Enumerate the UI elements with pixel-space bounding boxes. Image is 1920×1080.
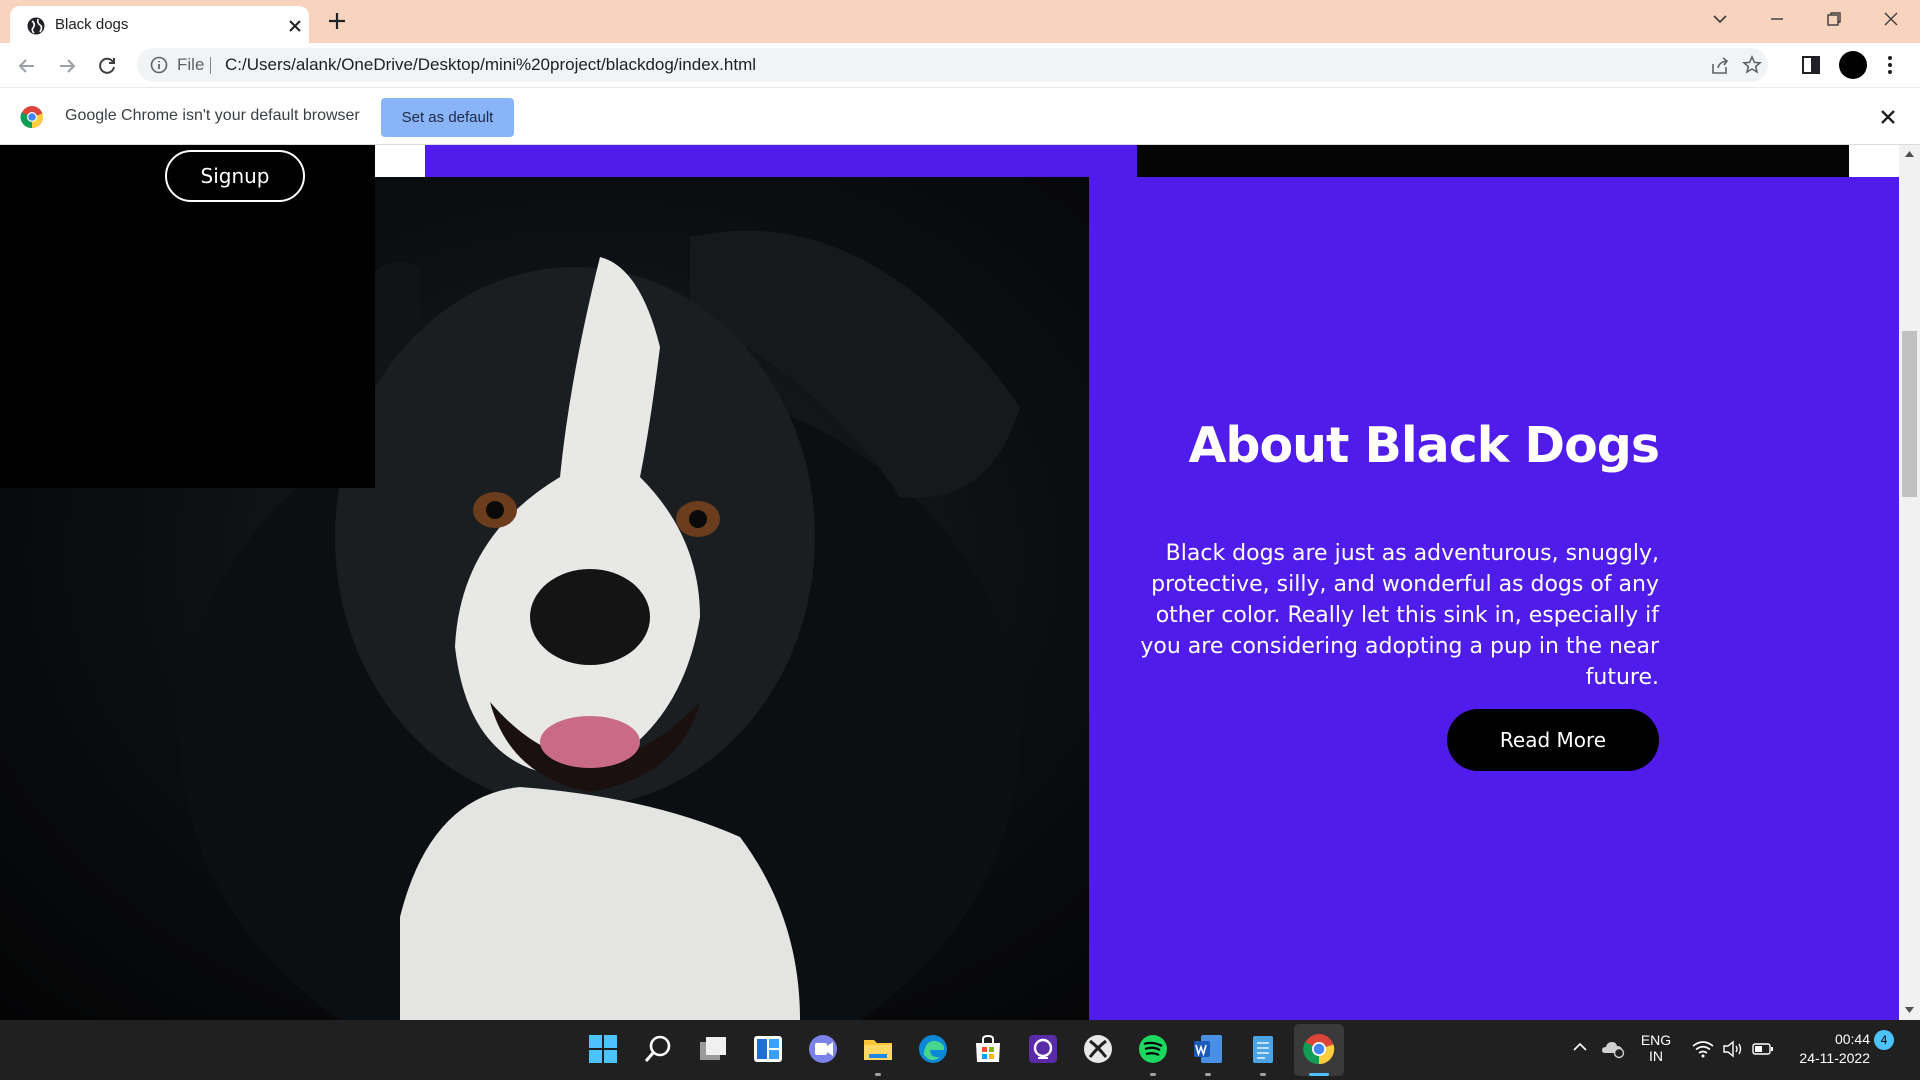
nav-panel: Signup: [0, 145, 375, 488]
page-viewport: Signup About Black Dogs Black dogs are j…: [0, 145, 1899, 1020]
spotify-icon[interactable]: [1136, 1032, 1170, 1066]
clock[interactable]: 00:44 24-11-2022: [1786, 1030, 1870, 1068]
language-region: IN: [1649, 1048, 1663, 1064]
browser-toolbar: File C:/Users/alank/OneDrive/Desktop/min…: [0, 43, 1920, 87]
tab-strip: Black dogs: [0, 0, 1920, 43]
purple-strip: [425, 145, 1137, 177]
notification-badge[interactable]: 4: [1874, 1030, 1894, 1050]
language-code: ENG: [1640, 1032, 1672, 1048]
notepad-icon[interactable]: [1246, 1032, 1280, 1066]
scrollbar-thumb[interactable]: [1902, 331, 1917, 497]
infobar-message: Google Chrome isn't your default browser: [65, 107, 360, 124]
browser-tab[interactable]: Black dogs: [10, 6, 309, 43]
restore-icon[interactable]: [1825, 10, 1843, 28]
xbox-icon[interactable]: [1081, 1032, 1115, 1066]
clock-time: 00:44: [1834, 1031, 1870, 1047]
start-icon[interactable]: [586, 1032, 620, 1066]
active-indicator: [1309, 1073, 1329, 1076]
file-explorer-icon[interactable]: [861, 1032, 895, 1066]
address-separator: [210, 57, 211, 74]
star-icon[interactable]: [1742, 55, 1762, 75]
dark-strip: [1137, 145, 1849, 177]
running-indicator: [1150, 1073, 1156, 1076]
page-scrollbar[interactable]: [1899, 145, 1920, 1020]
running-indicator: [1260, 1073, 1266, 1076]
address-bar[interactable]: File C:/Users/alank/OneDrive/Desktop/min…: [137, 48, 1768, 82]
task-view-icon[interactable]: [696, 1032, 730, 1066]
search-icon[interactable]: [641, 1032, 675, 1066]
tab-close-icon[interactable]: [287, 18, 303, 34]
read-more-button[interactable]: Read More: [1447, 709, 1659, 771]
signup-button[interactable]: Signup: [165, 150, 305, 202]
onedrive-icon[interactable]: [1601, 1037, 1625, 1059]
tab-title: Black dogs: [55, 16, 129, 33]
wifi-icon[interactable]: [1692, 1040, 1714, 1058]
app-icon[interactable]: [1026, 1032, 1060, 1066]
scroll-down-icon[interactable]: [1905, 1007, 1914, 1013]
side-panel-icon[interactable]: [1800, 54, 1822, 76]
window-close-icon[interactable]: [1882, 10, 1900, 28]
about-title: About Black Dogs: [1188, 417, 1660, 474]
running-indicator: [875, 1073, 881, 1076]
chevron-up-icon[interactable]: [1572, 1039, 1588, 1055]
menu-icon[interactable]: [1886, 54, 1894, 76]
default-browser-infobar: Google Chrome isn't your default browser…: [0, 87, 1920, 145]
tab-search-icon[interactable]: [1711, 10, 1729, 28]
taskbar: ENG IN: [0, 1020, 1920, 1080]
globe-icon: [27, 17, 45, 35]
forward-icon[interactable]: [56, 55, 78, 77]
teams-chat-icon[interactable]: [806, 1032, 840, 1066]
scroll-up-icon[interactable]: [1905, 151, 1914, 157]
avatar[interactable]: [1839, 51, 1867, 79]
back-icon[interactable]: [16, 55, 38, 77]
word-icon[interactable]: [1191, 1032, 1225, 1066]
reload-icon[interactable]: [96, 55, 118, 77]
address-url[interactable]: C:/Users/alank/OneDrive/Desktop/mini%20p…: [225, 55, 756, 75]
about-section: About Black Dogs Black dogs are just as …: [1089, 177, 1899, 1020]
running-indicator: [1205, 1073, 1211, 1076]
minimize-icon[interactable]: [1768, 10, 1786, 28]
chrome-icon[interactable]: [1302, 1032, 1336, 1066]
chrome-logo-icon: [20, 106, 44, 129]
store-icon[interactable]: [971, 1032, 1005, 1066]
share-icon[interactable]: [1710, 56, 1730, 76]
close-icon[interactable]: [1879, 108, 1897, 126]
widgets-icon[interactable]: [751, 1032, 785, 1066]
address-scheme: File: [177, 55, 205, 74]
battery-icon[interactable]: [1752, 1041, 1774, 1057]
clock-date: 24-11-2022: [1799, 1050, 1870, 1066]
new-tab-icon[interactable]: [327, 11, 347, 31]
info-icon[interactable]: [150, 56, 168, 74]
volume-icon[interactable]: [1722, 1040, 1744, 1058]
edge-icon[interactable]: [916, 1032, 950, 1066]
set-as-default-button[interactable]: Set as default: [381, 98, 514, 137]
language-indicator[interactable]: ENG IN: [1636, 1032, 1676, 1064]
about-text: Black dogs are just as adventurous, snug…: [1140, 541, 1659, 690]
